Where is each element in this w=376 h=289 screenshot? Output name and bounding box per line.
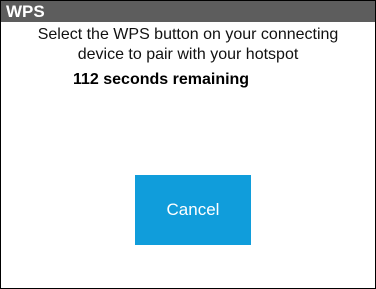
countdown-text: 112 seconds remaining bbox=[73, 71, 250, 88]
dialog-title: WPS bbox=[1, 1, 375, 22]
wps-dialog: WPS Select the WPS button on your connec… bbox=[0, 0, 376, 289]
wps-instruction-text: Select the WPS button on your connecting… bbox=[37, 26, 339, 63]
cancel-button[interactable]: Cancel bbox=[135, 175, 251, 245]
